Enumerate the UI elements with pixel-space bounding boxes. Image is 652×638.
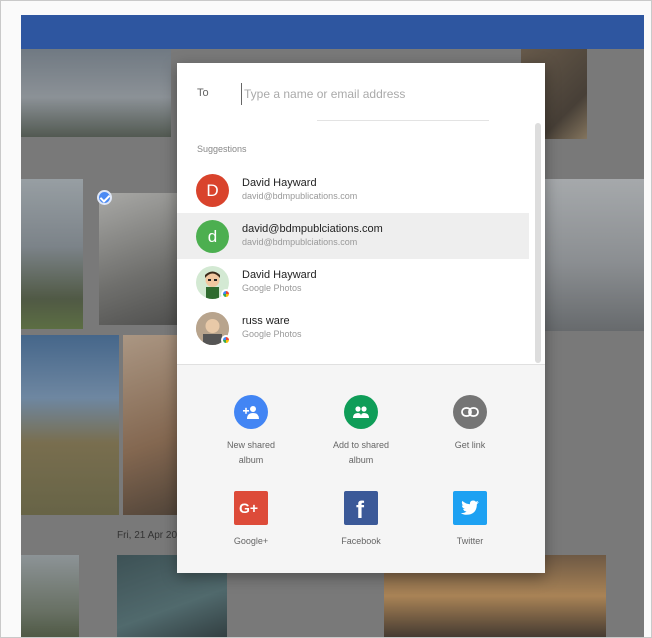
suggestion-source: Google Photos [242, 329, 302, 339]
share-option-label: New shared album [201, 438, 301, 468]
suggestions-list: D David Hayward david@bdmpublications.co… [177, 167, 529, 351]
svg-text:f: f [356, 497, 365, 520]
suggestion-email: david@bdmpublications.com [242, 191, 358, 201]
share-option-label-line2: album [238, 455, 264, 465]
add-to-shared-album-icon [344, 395, 378, 429]
suggestion-name: david@bdmpublciations.com [242, 223, 383, 235]
share-option-label: Google+ [233, 536, 269, 546]
share-dialog: To Suggestions D David Hayward david@bdm… [177, 63, 545, 573]
suggestion-name: russ ware [242, 315, 290, 327]
share-option-new-shared-album[interactable]: New shared album [201, 395, 301, 468]
link-icon [453, 395, 487, 429]
avatar: d [196, 220, 229, 253]
google-photos-badge-icon [221, 289, 231, 299]
recipient-row: To [177, 63, 545, 123]
app-header-bar [21, 15, 644, 49]
share-option-label-line1: Get link [454, 440, 486, 450]
facebook-icon: f [344, 491, 378, 525]
google-photos-badge-icon [221, 335, 231, 345]
suggestion-name: David Hayward [242, 177, 317, 189]
suggestions-scrollbar[interactable] [535, 123, 541, 363]
suggestion-item-david-hayward-photos[interactable]: David Hayward Google Photos [177, 259, 529, 305]
share-option-label-line1: Add to shared [332, 440, 390, 450]
share-option-get-link[interactable]: Get link [420, 395, 520, 453]
share-option-label: Add to shared album [311, 438, 411, 468]
selected-check-icon[interactable] [97, 190, 112, 205]
suggestion-item-david-hayward-email[interactable]: D David Hayward david@bdmpublications.co… [177, 167, 529, 213]
share-option-facebook[interactable]: f Facebook [311, 491, 411, 549]
share-option-label: Twitter [456, 536, 484, 546]
suggestion-source: Google Photos [242, 283, 302, 293]
suggestions-heading: Suggestions [197, 144, 247, 154]
share-option-label: Facebook [341, 536, 381, 546]
input-underline [317, 120, 489, 121]
suggestion-name: David Hayward [242, 269, 317, 281]
date-heading: Fri, 21 Apr 20 [117, 530, 178, 541]
google-plus-icon: G+ [234, 491, 268, 525]
share-option-label: Get link [420, 438, 520, 453]
share-option-label-line2: album [348, 455, 374, 465]
twitter-icon [453, 491, 487, 525]
avatar: D [196, 174, 229, 207]
svg-text:G+: G+ [239, 500, 258, 516]
share-option-twitter[interactable]: Twitter [420, 491, 520, 549]
new-shared-album-icon [234, 395, 268, 429]
share-option-google-plus[interactable]: G+ Google+ [201, 491, 301, 549]
share-option-add-to-shared-album[interactable]: Add to shared album [311, 395, 411, 468]
share-option-label-line1: New shared [226, 440, 276, 450]
recipient-input[interactable] [241, 83, 491, 105]
suggestion-item-david-email-highlighted[interactable]: d david@bdmpublciations.com david@bdmpub… [177, 213, 529, 259]
share-options-grid: New shared album Add to shared album Get… [177, 365, 545, 573]
suggestion-email: david@bdmpublciations.com [242, 237, 358, 247]
suggestion-item-russ-ware[interactable]: russ ware Google Photos [177, 305, 529, 351]
to-label: To [197, 87, 209, 99]
